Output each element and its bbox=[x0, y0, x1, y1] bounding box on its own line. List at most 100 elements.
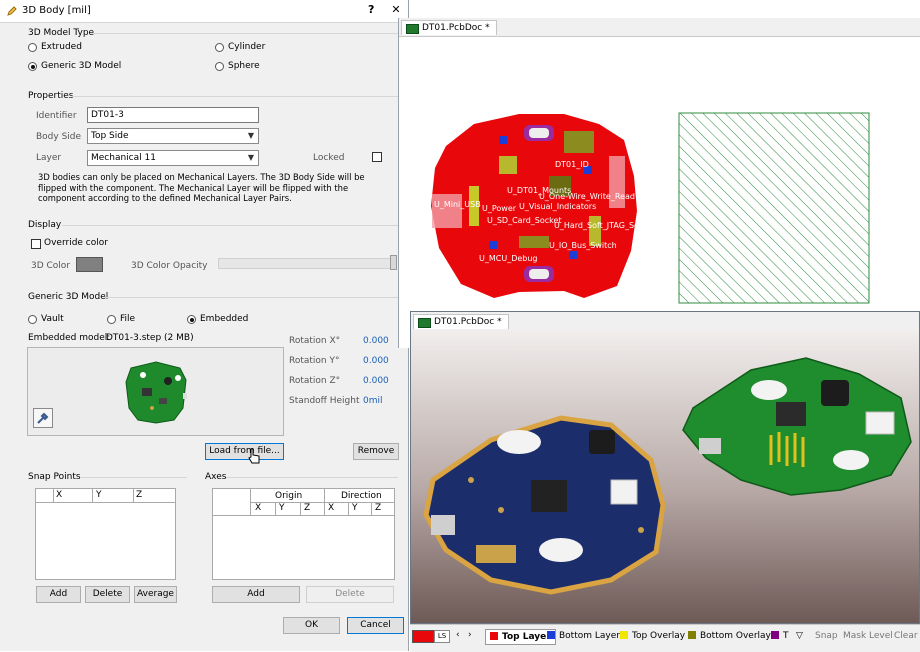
display-heading: Display bbox=[28, 220, 62, 230]
generic-model-heading: Generic 3D Model bbox=[28, 292, 109, 302]
divider bbox=[62, 225, 398, 226]
standoff-height-label: Standoff Height bbox=[289, 396, 360, 406]
locked-checkbox[interactable] bbox=[372, 152, 382, 162]
radio-extruded-label: Extruded bbox=[41, 42, 82, 52]
help-button[interactable]: ? bbox=[368, 3, 374, 16]
layer-color-swatch bbox=[620, 631, 628, 639]
embedded-model-value: DT01-3.step (2 MB) bbox=[106, 333, 194, 343]
mouse-pointer-icon bbox=[248, 448, 260, 464]
axes-table[interactable]: Origin Direction X Y Z X Y Z bbox=[212, 488, 395, 580]
axes-heading: Axes bbox=[205, 472, 227, 482]
pcb-3d-canvas[interactable] bbox=[411, 330, 919, 623]
radio-file[interactable] bbox=[107, 315, 116, 324]
chevron-down-icon: ▼ bbox=[247, 131, 254, 140]
divider bbox=[92, 33, 398, 34]
standoff-height-value[interactable]: 0mil bbox=[363, 396, 383, 406]
radio-embedded[interactable] bbox=[187, 315, 196, 324]
current-layer-swatch[interactable] bbox=[412, 630, 434, 643]
axes-delete-button[interactable]: Delete bbox=[306, 586, 394, 603]
identifier-field[interactable]: DT01-3 bbox=[87, 107, 259, 123]
model-options-button[interactable] bbox=[33, 408, 53, 428]
hatched-region bbox=[678, 112, 870, 304]
label-power: U_Power bbox=[482, 204, 517, 213]
axes-header: Origin Direction X Y Z X Y Z bbox=[213, 489, 394, 516]
snap-col-x: X bbox=[56, 490, 63, 500]
rotation-y-label: Rotation Y° bbox=[289, 356, 340, 366]
snap-col-y: Y bbox=[96, 490, 102, 500]
scroll-left-icon[interactable]: ‹ bbox=[456, 630, 460, 640]
remove-button[interactable]: Remove bbox=[353, 443, 399, 460]
snap-points-table[interactable]: X Y Z bbox=[35, 488, 176, 580]
layer-tab-bottom-overlay[interactable]: Bottom Overlay bbox=[688, 629, 771, 643]
radio-extruded[interactable] bbox=[28, 43, 37, 52]
label-jtag: U_Hard_Soft_JTAG_Socket bbox=[554, 221, 656, 230]
divider bbox=[80, 477, 187, 478]
override-color-checkbox[interactable] bbox=[31, 239, 41, 249]
load-from-file-button[interactable]: Load from file... bbox=[205, 443, 284, 460]
label-mini-usb: U_Mini_USB bbox=[434, 200, 481, 209]
divider bbox=[104, 297, 398, 298]
3d-color-swatch[interactable] bbox=[76, 257, 103, 272]
axes-col-origin-z: Z bbox=[304, 503, 311, 513]
layer-color-swatch bbox=[547, 631, 555, 639]
layer-select[interactable]: Mechanical 11 ▼ bbox=[87, 150, 259, 166]
rotation-z-label: Rotation Z° bbox=[289, 376, 341, 386]
radio-sphere[interactable] bbox=[215, 62, 224, 71]
axes-col-direction-x: X bbox=[328, 503, 335, 513]
rotation-x-value[interactable]: 0.000 bbox=[363, 336, 389, 346]
layer-filter-icon[interactable]: ▽ bbox=[796, 629, 803, 643]
pcb-2d-canvas[interactable]: DT01_ID U_DT01_Mounts U_One-Wire_Write_R… bbox=[399, 36, 920, 348]
layer-tab-top-overlay[interactable]: Top Overlay bbox=[620, 629, 685, 643]
label-sd-card: U_SD_Card_Socket bbox=[487, 216, 562, 225]
properties-heading: Properties bbox=[28, 91, 74, 101]
axes-col-origin-y: Y bbox=[279, 503, 285, 513]
scroll-right-icon[interactable]: › bbox=[468, 630, 472, 640]
cancel-button[interactable]: Cancel bbox=[347, 617, 404, 634]
label-visual-indicators: U_Visual_Indicators bbox=[519, 202, 596, 211]
embedded-model-label: Embedded model: bbox=[28, 333, 111, 343]
layer-tab-truncated[interactable]: T bbox=[771, 629, 789, 643]
board-thumbnail-image bbox=[125, 361, 187, 424]
close-icon: ✕ bbox=[391, 3, 401, 16]
clear-button[interactable]: Clear bbox=[894, 629, 918, 643]
close-button[interactable]: ✕ bbox=[386, 2, 406, 18]
label-io-bus: U_IO_Bus_Switch bbox=[549, 241, 617, 250]
radio-embedded-label: Embedded bbox=[200, 314, 249, 324]
label-dt01-id: DT01_ID bbox=[555, 160, 589, 169]
ls-button[interactable]: LS bbox=[434, 630, 450, 643]
label-one-wire: U_One-Wire_Write_Read bbox=[539, 192, 635, 201]
layer-tab-top-layer[interactable]: Top Layer bbox=[485, 629, 556, 645]
rotation-z-value[interactable]: 0.000 bbox=[363, 376, 389, 386]
layer-tab-bottom-layer[interactable]: Bottom Layer bbox=[547, 629, 620, 643]
pcb-2d-tab[interactable]: DT01.PcbDoc * bbox=[401, 20, 497, 35]
dialog-title-bar: 3D Body [mil] ? ✕ bbox=[0, 0, 408, 23]
radio-vault[interactable] bbox=[28, 315, 37, 324]
ok-button[interactable]: OK bbox=[283, 617, 340, 634]
locked-label: Locked bbox=[313, 153, 345, 163]
axes-add-button[interactable]: Add bbox=[212, 586, 300, 603]
radio-file-label: File bbox=[120, 314, 136, 324]
radio-cylinder[interactable] bbox=[215, 43, 224, 52]
3d-color-label: 3D Color bbox=[31, 261, 71, 271]
snap-average-button[interactable]: Average bbox=[134, 586, 177, 603]
pcb-3d-tab[interactable]: DT01.PcbDoc * bbox=[413, 314, 509, 329]
pencil-icon bbox=[7, 6, 17, 16]
radio-vault-label: Vault bbox=[41, 314, 64, 324]
label-mcu-debug: U_MCU_Debug bbox=[479, 254, 538, 263]
snap-add-button[interactable]: Add bbox=[36, 586, 81, 603]
snap-points-header: X Y Z bbox=[36, 489, 175, 503]
divider bbox=[72, 96, 398, 97]
opacity-slider-thumb[interactable] bbox=[390, 255, 397, 270]
snap-points-heading: Snap Points bbox=[28, 472, 81, 482]
override-color-label: Override color bbox=[44, 238, 108, 248]
snap-delete-button[interactable]: Delete bbox=[85, 586, 130, 603]
wrench-icon bbox=[37, 412, 49, 424]
mask-level-button[interactable]: Mask Level bbox=[843, 629, 893, 643]
snap-button[interactable]: Snap bbox=[815, 629, 838, 643]
body-side-select[interactable]: Top Side ▼ bbox=[87, 128, 259, 144]
axes-col-origin-x: X bbox=[255, 503, 262, 513]
opacity-label: 3D Color Opacity bbox=[131, 261, 208, 271]
opacity-slider[interactable] bbox=[218, 258, 396, 269]
radio-generic-3d-model[interactable] bbox=[28, 62, 37, 71]
rotation-y-value[interactable]: 0.000 bbox=[363, 356, 389, 366]
